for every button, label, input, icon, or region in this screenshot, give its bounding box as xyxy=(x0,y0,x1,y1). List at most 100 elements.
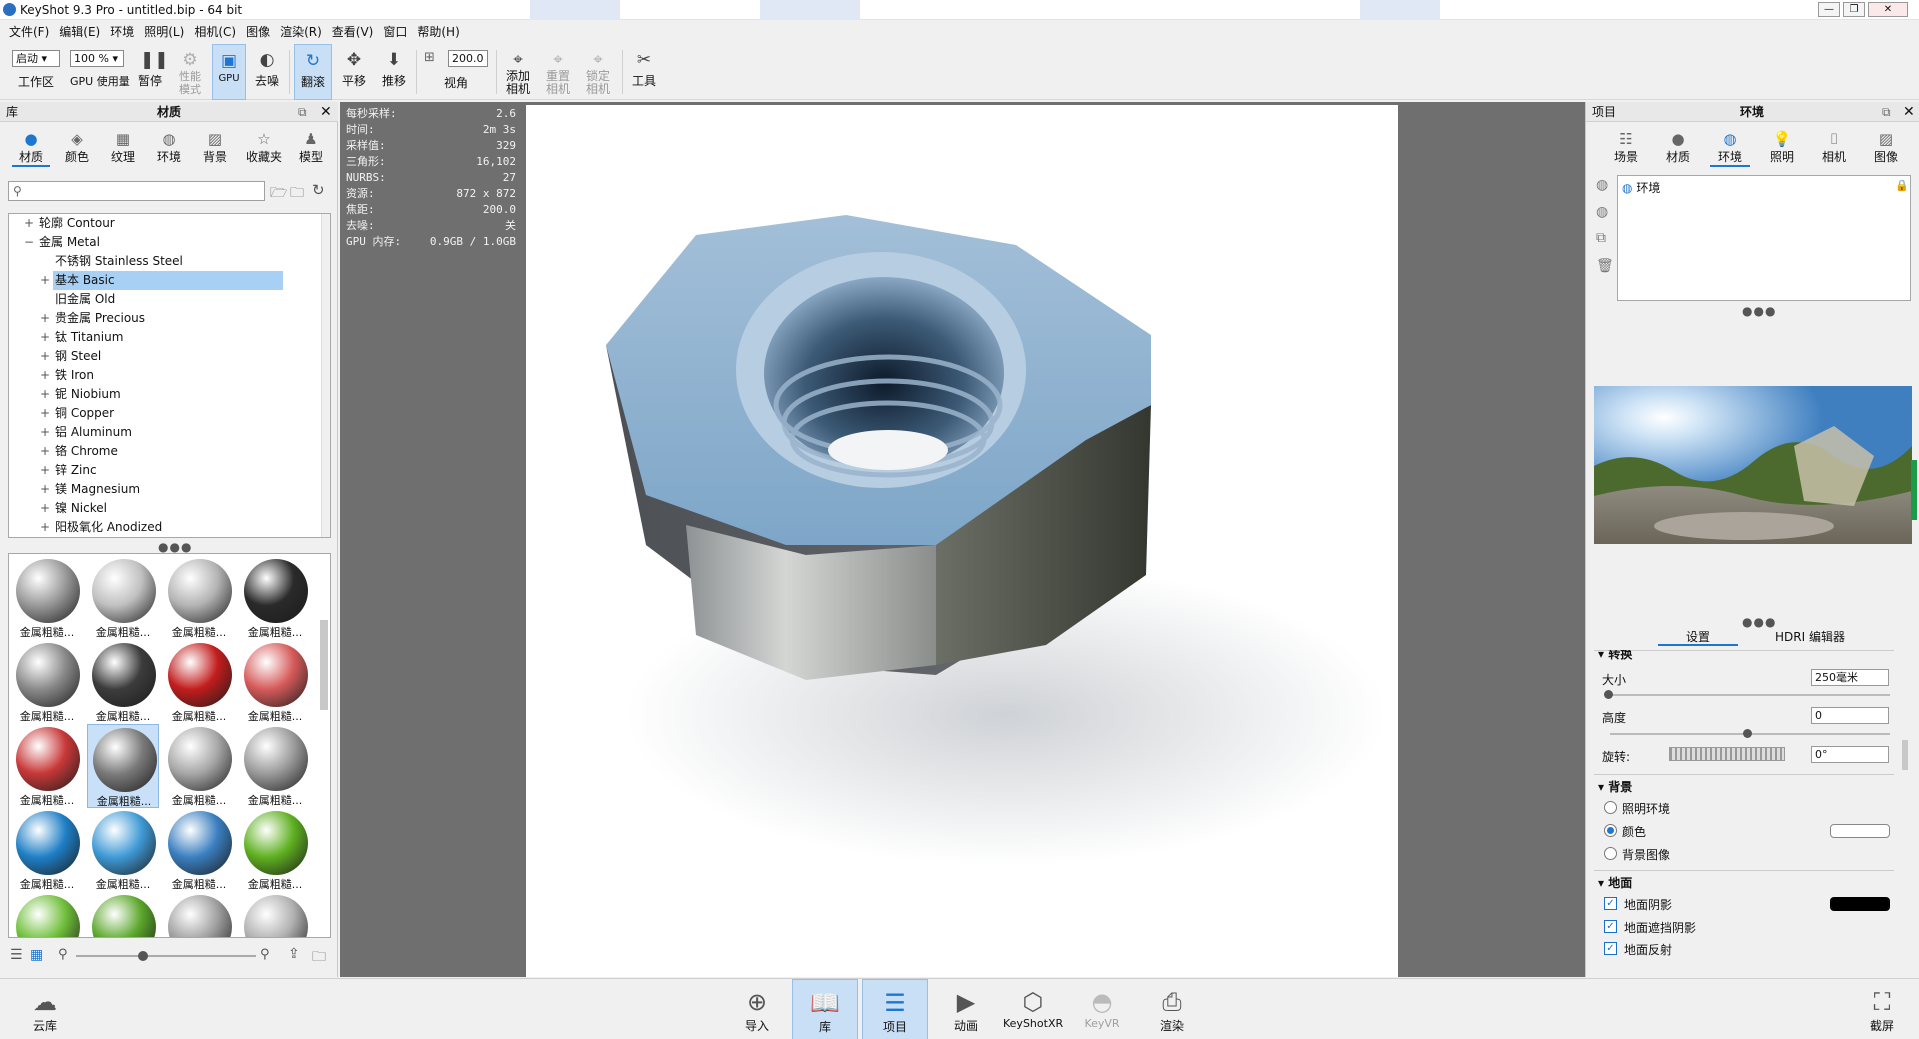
cloud-library-button[interactable]: ☁ 云库 xyxy=(20,979,70,1039)
slider-handle[interactable] xyxy=(138,951,148,961)
refresh-icon[interactable]: ↻ xyxy=(312,181,325,199)
tab-scene[interactable]: ☷ 场景 xyxy=(1606,130,1646,165)
splitter-handle-icon[interactable]: ●●● xyxy=(1742,615,1776,629)
dolly-button[interactable]: ⬇ 推移 xyxy=(376,44,412,100)
tree-item[interactable]: + 镁 Magnesium xyxy=(9,480,330,499)
background-color-swatch[interactable] xyxy=(1830,824,1890,838)
tree-item[interactable]: − 金属 Metal xyxy=(9,233,330,252)
menu-camera[interactable]: 相机(C) xyxy=(189,21,241,43)
tree-item[interactable]: 旧金属 Old xyxy=(9,290,330,309)
tree-item[interactable]: + 铌 Niobium xyxy=(9,385,330,404)
material-thumbnail[interactable]: 金属粗糙... xyxy=(11,808,83,892)
delete-icon[interactable]: 🗑 xyxy=(1596,258,1614,274)
material-thumbnail[interactable] xyxy=(87,892,159,937)
animation-button[interactable]: ▶ 动画 xyxy=(944,979,988,1039)
open-folder-icon[interactable]: 🗁 xyxy=(270,182,287,206)
lock-icon[interactable]: 🔒 xyxy=(1895,179,1909,192)
size-slider-handle[interactable] xyxy=(1604,690,1613,699)
tree-item[interactable]: + 阳极氧化 Anodized xyxy=(9,518,330,537)
menu-render[interactable]: 渲染(R) xyxy=(275,21,327,43)
tree-expander-icon[interactable]: + xyxy=(39,442,51,461)
material-thumbnail[interactable]: 金属粗糙... xyxy=(87,556,159,640)
material-thumbnail[interactable]: 金属粗糙... xyxy=(87,724,159,808)
tab-environment[interactable]: ◍ 环境 xyxy=(150,130,188,165)
environment-list-item[interactable]: ◍ 环境 xyxy=(1622,179,1660,196)
material-thumbnail[interactable] xyxy=(239,892,311,937)
tab-camera[interactable]: ⌷ 相机 xyxy=(1814,130,1854,165)
material-thumbnail[interactable]: 金属粗糙... xyxy=(163,556,235,640)
material-thumbnail[interactable]: 金属粗糙... xyxy=(87,640,159,724)
import-button[interactable]: ⊕ 导入 xyxy=(736,979,778,1039)
add-camera-button[interactable]: ⌖ 添加 相机 xyxy=(500,44,536,100)
float-panel-icon[interactable]: ⧉ xyxy=(298,102,307,122)
tree-expander-icon[interactable]: + xyxy=(39,366,51,385)
tree-item[interactable]: + 铁 Iron xyxy=(9,366,330,385)
tree-item[interactable]: + 钢 Steel xyxy=(9,347,330,366)
list-view-icon[interactable]: ☰ xyxy=(10,947,23,963)
duplicate-environment-icon[interactable]: ◍ xyxy=(1596,204,1608,220)
gpu-usage-select[interactable]: 100 % ▾ xyxy=(70,50,124,67)
size-slider[interactable] xyxy=(1610,694,1890,696)
tab-settings[interactable]: 设置 xyxy=(1658,628,1738,646)
library-button[interactable]: 📖 库 xyxy=(792,979,858,1039)
tab-background[interactable]: ▨ 背景 xyxy=(196,130,234,165)
hdri-preview[interactable] xyxy=(1594,386,1912,544)
material-thumbnail[interactable]: 金属粗糙... xyxy=(87,808,159,892)
size-input[interactable]: 250毫米 xyxy=(1811,669,1889,686)
tree-expander-icon[interactable]: + xyxy=(39,404,51,423)
splitter-handle-icon[interactable]: ●●● xyxy=(1742,304,1776,318)
material-thumbnail[interactable] xyxy=(163,892,235,937)
tab-texture[interactable]: ▦ 纹理 xyxy=(104,130,142,165)
tab-material[interactable]: ● 材质 xyxy=(1658,130,1698,165)
tree-item[interactable]: + 铜 Copper xyxy=(9,404,330,423)
preview-scrollbar[interactable] xyxy=(1911,460,1917,520)
close-panel-icon[interactable]: ✕ xyxy=(1903,102,1915,122)
zoom-in-icon[interactable]: ⚲ xyxy=(260,947,270,962)
tree-expander-icon[interactable]: − xyxy=(23,233,35,252)
screenshot-button[interactable]: ⛶ 截屏 xyxy=(1860,979,1904,1039)
material-thumbnail[interactable]: 金属粗糙... xyxy=(239,640,311,724)
grid-view-icon[interactable]: ▦ xyxy=(30,947,43,963)
tab-model[interactable]: ♟ 模型 xyxy=(292,130,330,165)
tree-expander-icon[interactable]: + xyxy=(39,328,51,347)
keyvr-button[interactable]: ◓ KeyVR xyxy=(1080,979,1124,1039)
gpu-mode-button[interactable]: ▣ GPU xyxy=(212,44,246,100)
tree-expander-icon[interactable]: + xyxy=(39,271,51,290)
menu-image[interactable]: 图像 xyxy=(241,21,275,43)
radio-color[interactable] xyxy=(1604,824,1617,837)
zoom-out-icon[interactable]: ⚲ xyxy=(58,947,68,962)
pause-button[interactable]: ❚❚ 暂停 xyxy=(134,44,169,100)
thumbnail-size-slider[interactable] xyxy=(76,955,256,957)
tree-scrollbar[interactable] xyxy=(321,214,330,537)
close-panel-icon[interactable]: ✕ xyxy=(320,102,332,122)
tumble-button[interactable]: ↻ 翻滚 xyxy=(294,44,332,100)
lock-camera-button[interactable]: ⌖ 锁定 相机 xyxy=(580,44,616,100)
folder-icon[interactable]: 🗀 xyxy=(312,946,326,970)
material-thumbnail[interactable]: 金属粗糙... xyxy=(163,724,235,808)
denoise-button[interactable]: ◐ 去噪 xyxy=(250,44,284,100)
float-panel-icon[interactable]: ⧉ xyxy=(1882,102,1891,122)
material-thumbnail[interactable]: 金属粗糙... xyxy=(11,556,83,640)
project-button[interactable]: ☰ 项目 xyxy=(862,979,928,1039)
tree-expander-icon[interactable]: + xyxy=(23,214,35,233)
tree-expander-icon[interactable]: + xyxy=(39,518,51,537)
tab-hdri-editor[interactable]: HDRI 编辑器 xyxy=(1760,628,1860,646)
menu-view[interactable]: 查看(V) xyxy=(327,21,379,43)
field-of-view-input[interactable]: 200.0 xyxy=(448,50,488,67)
tab-image[interactable]: ▨ 图像 xyxy=(1866,130,1906,165)
tree-item[interactable]: + 锌 Zinc xyxy=(9,461,330,480)
height-input[interactable]: 0 xyxy=(1811,707,1889,724)
background-section-header[interactable]: ▾ 背景 xyxy=(1598,778,1632,795)
tree-expander-icon[interactable]: + xyxy=(39,385,51,404)
tree-expander-icon[interactable]: + xyxy=(39,423,51,442)
tree-item[interactable]: + 镍 Nickel xyxy=(9,499,330,518)
tree-expander-icon[interactable]: + xyxy=(39,480,51,499)
menu-lighting[interactable]: 照明(L) xyxy=(139,21,189,43)
tab-lighting[interactable]: 💡 照明 xyxy=(1762,130,1802,165)
settings-scrollbar[interactable] xyxy=(1902,740,1908,770)
tree-item[interactable]: + 贵金属 Precious xyxy=(9,309,330,328)
close-button[interactable]: ✕ xyxy=(1868,2,1908,17)
tree-item[interactable]: + 钛 Titanium xyxy=(9,328,330,347)
tab-favorites[interactable]: ☆ 收藏夹 xyxy=(242,130,286,165)
tree-item[interactable]: 不锈钢 Stainless Steel xyxy=(9,252,330,271)
